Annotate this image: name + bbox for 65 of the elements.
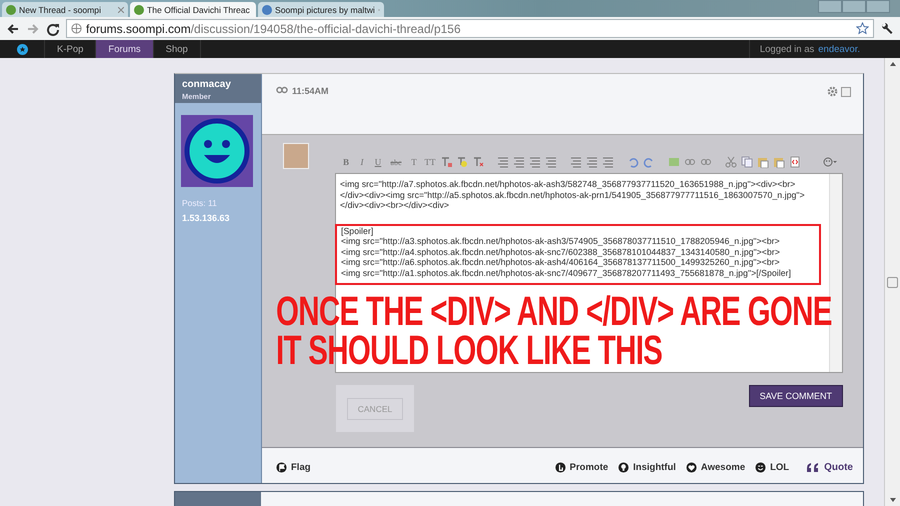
html-source-icon[interactable] bbox=[789, 156, 801, 168]
ip-address: 1.53.136.63 bbox=[182, 213, 231, 223]
tab-favicon-icon bbox=[6, 4, 16, 14]
nav-tab[interactable]: Shop bbox=[154, 40, 201, 58]
flag-icon bbox=[276, 462, 287, 474]
tab-favicon-icon bbox=[262, 4, 272, 14]
save-comment-button[interactable]: SAVE COMMENT bbox=[748, 385, 843, 407]
reaction-link[interactable]: Promote bbox=[554, 462, 608, 474]
quote-icon bbox=[806, 462, 820, 473]
scroll-up-icon[interactable] bbox=[890, 62, 896, 66]
globe-icon bbox=[71, 23, 82, 34]
code-line: </div><div><img src="http://a5.sphotos.ak.fbcdn.net/hphotos-ak-prn1/541905_356877977711516_1863007570_n.jpg"> bbox=[340, 190, 806, 200]
star-icon[interactable] bbox=[856, 22, 869, 35]
emoji-icon[interactable] bbox=[823, 157, 837, 167]
username[interactable]: conmacay bbox=[182, 79, 254, 90]
browser-tab[interactable]: New Thread - soompi bbox=[2, 2, 128, 17]
wrench-icon[interactable] bbox=[880, 22, 894, 36]
laughing-face-icon bbox=[755, 462, 766, 474]
annotation-text: ONCE THE <DIV> AND </DIV> ARE GONE bbox=[276, 293, 832, 329]
reaction-link[interactable]: Insightful bbox=[618, 462, 676, 474]
cut-icon[interactable] bbox=[725, 156, 737, 168]
code-line: </div><div><br></div><div> bbox=[340, 200, 450, 210]
code-line: [Spoiler] bbox=[341, 226, 374, 236]
select-checkbox[interactable] bbox=[841, 87, 851, 97]
reaction-link[interactable]: LOL bbox=[755, 462, 790, 474]
scroll-down-icon[interactable] bbox=[890, 498, 896, 502]
username-link[interactable]: endeavor. bbox=[818, 44, 860, 54]
redo-icon[interactable] bbox=[643, 156, 655, 168]
highlighter-icon[interactable] bbox=[456, 156, 468, 168]
paste-text-icon[interactable] bbox=[773, 156, 785, 168]
code-line: <img src="http://a3.sphotos.ak.fbcdn.net/hphotos-ak-ash3/574905_356878037711510_1788205946_n.jpg"><br> bbox=[341, 236, 781, 246]
clear-format-icon[interactable] bbox=[472, 156, 484, 168]
scrollbar-thumb[interactable] bbox=[887, 276, 898, 288]
close-icon[interactable] bbox=[118, 6, 124, 12]
forward-icon[interactable] bbox=[26, 22, 40, 36]
annotation-text: IT SHOULD LOOK LIKE THIS bbox=[276, 332, 662, 368]
link-icon[interactable] bbox=[684, 156, 696, 168]
url-host: forums.soompi.com bbox=[86, 22, 191, 36]
lightbulb-icon bbox=[618, 462, 630, 474]
browser-tab[interactable]: The Official Davichi Threac bbox=[130, 2, 256, 17]
reload-icon[interactable] bbox=[46, 22, 60, 36]
photo-placeholder bbox=[283, 143, 309, 169]
back-icon[interactable] bbox=[6, 22, 20, 36]
tab-favicon-icon bbox=[134, 4, 144, 14]
code-line: <img src="http://a6.sphotos.ak.fbcdn.net/hphotos-ak-ash4/406164_356878137711500_1499325260_n.jpg"><br> bbox=[341, 257, 781, 268]
reaction-link[interactable]: Awesome bbox=[686, 462, 746, 474]
code-line: <img src="http://a4.sphotos.ak.fbcdn.net/hphotos-ak-snc7/602388_356878101044837_1343140580_n.jpg"><br> bbox=[341, 246, 781, 257]
paste-icon[interactable] bbox=[757, 156, 769, 168]
nav-tab[interactable]: Forums bbox=[96, 40, 154, 58]
settings-icon[interactable] bbox=[827, 86, 838, 97]
flag-link[interactable]: Flag bbox=[276, 462, 311, 474]
undo-icon[interactable] bbox=[627, 156, 639, 168]
address-bar[interactable]: forums.soompi.com/discussion/194058/the-official-davichi-thread/p156 bbox=[66, 19, 874, 38]
post-time[interactable]: 11:54AM bbox=[292, 86, 329, 96]
code-line: <img src="http://a7.sphotos.ak.fbcdn.net/hphotos-ak-ash3/582748_356877937711520_163651988_n.jpg"><div><br> bbox=[340, 179, 796, 190]
page-scrollbar[interactable] bbox=[884, 58, 900, 506]
code-line: <img src="http://a1.sphotos.ak.fbcdn.net/hphotos-ak-snc7/409677_356878207711493_755681878_n.jpg">[/Spoiler] bbox=[341, 268, 792, 278]
logo-icon[interactable] bbox=[16, 44, 28, 54]
login-status: Logged in as bbox=[760, 44, 814, 54]
link-icon[interactable] bbox=[276, 86, 288, 94]
quote-link[interactable]: Quote bbox=[806, 462, 853, 474]
browser-tab[interactable]: Soompi pictures by maltwi bbox=[258, 2, 384, 17]
copy-icon[interactable] bbox=[741, 156, 753, 168]
url-path: /discussion/194058/the-official-davichi-thread/p156 bbox=[190, 22, 461, 36]
post-count: Posts: 11 bbox=[182, 198, 218, 208]
